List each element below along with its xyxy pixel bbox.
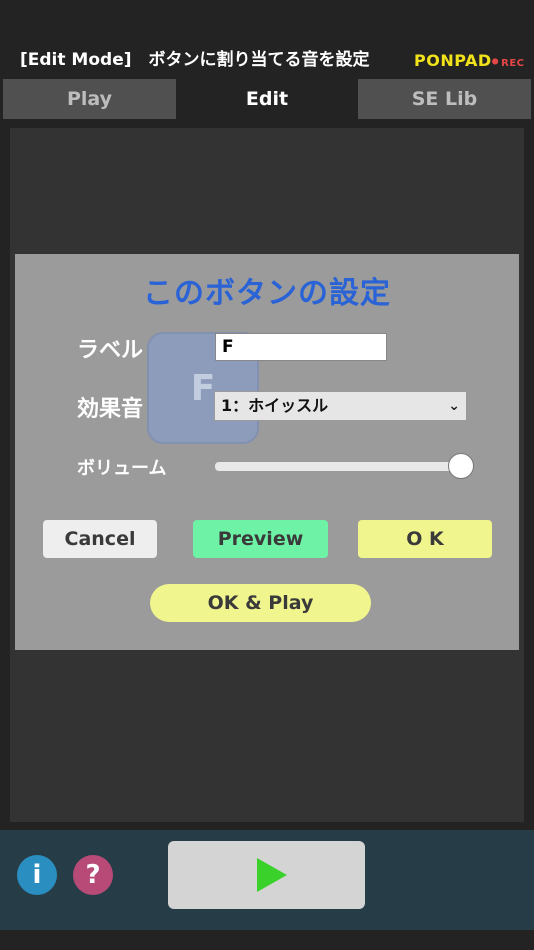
info-icon: i xyxy=(32,860,42,890)
chevron-down-icon: ⌄ xyxy=(448,398,460,414)
help-button[interactable]: ? xyxy=(73,855,113,895)
ok-play-button[interactable]: OK & Play xyxy=(150,584,371,622)
sound-select[interactable]: 1：ホイッスル ⌄ xyxy=(214,391,467,421)
volume-slider-thumb[interactable] xyxy=(448,453,474,479)
info-button[interactable]: i xyxy=(17,855,57,895)
help-icon: ? xyxy=(85,860,101,890)
button-settings-dialog: このボタンの設定 F ラベル 効果音 1：ホイッスル ⌄ ボリューム Cance… xyxy=(15,254,519,650)
label-input[interactable] xyxy=(215,333,387,361)
preview-button[interactable]: Preview xyxy=(193,520,328,558)
tab-play[interactable]: Play xyxy=(3,79,176,119)
label-field-label: ラベル xyxy=(77,338,144,363)
ponpad-logo: PONPAD● REC xyxy=(414,50,525,72)
sound-select-value: 1：ホイッスル xyxy=(221,396,329,415)
tab-se-lib[interactable]: SE Lib xyxy=(358,79,531,119)
play-button[interactable] xyxy=(168,841,365,909)
play-icon xyxy=(257,858,287,892)
tab-edit[interactable]: Edit xyxy=(180,79,354,119)
header-title: [Edit Mode] ボタンに割り当てる音を設定 xyxy=(20,50,370,70)
volume-label: ボリューム xyxy=(77,458,167,479)
cancel-button[interactable]: Cancel xyxy=(43,520,157,558)
logo-sub: REC xyxy=(501,58,525,69)
sound-field-label: 効果音 xyxy=(77,397,144,422)
dialog-title: このボタンの設定 xyxy=(143,276,391,311)
volume-slider-track[interactable] xyxy=(215,462,461,471)
ok-button[interactable]: O K xyxy=(358,520,492,558)
logo-dot-icon: ● xyxy=(491,56,500,66)
logo-main: PONPAD xyxy=(414,51,492,70)
bottom-bar: i ? xyxy=(0,830,534,930)
tab-bar: Play Edit SE Lib xyxy=(0,79,534,119)
